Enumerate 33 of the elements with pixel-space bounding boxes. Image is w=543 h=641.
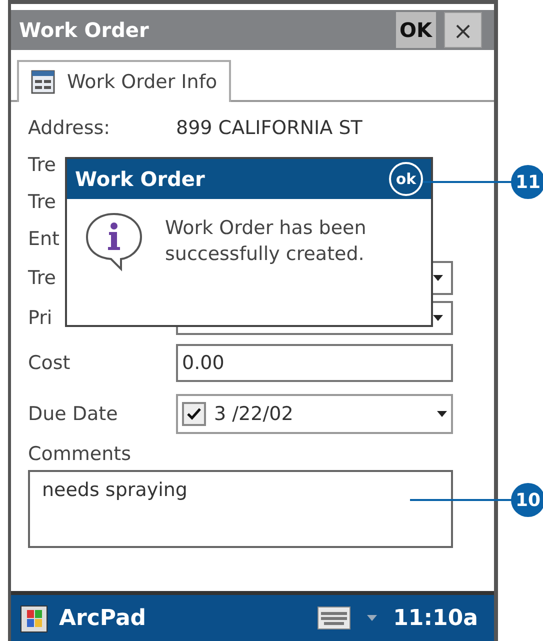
dialog-message: Work Order has been successfully created. bbox=[165, 216, 368, 267]
field-label: Ent bbox=[28, 228, 60, 250]
tab[interactable]: Work Order Info bbox=[17, 60, 232, 102]
caret-icon[interactable] bbox=[367, 615, 378, 621]
comments-field[interactable]: needs spraying bbox=[28, 470, 453, 548]
field-label: Tre bbox=[28, 266, 56, 289]
info-icon bbox=[83, 211, 145, 273]
field-label: Tre bbox=[28, 191, 56, 214]
ok-button[interactable]: ok bbox=[389, 162, 423, 196]
field-label: Tre bbox=[28, 154, 56, 176]
dropdown-arrow-icon bbox=[433, 315, 443, 321]
close-button[interactable]: × bbox=[444, 12, 482, 48]
field-label: Due Date bbox=[28, 402, 118, 425]
dropdown-arrow-icon bbox=[437, 411, 447, 417]
checkbox[interactable] bbox=[182, 402, 206, 426]
keyboard-icon[interactable] bbox=[317, 606, 352, 630]
field-label: Cost bbox=[28, 352, 70, 374]
field-value: 899 CALIFORNIA ST bbox=[176, 116, 362, 142]
field-label: Comments bbox=[28, 442, 132, 467]
app-name[interactable]: ArcPad bbox=[59, 602, 310, 634]
field-label: Address: bbox=[28, 117, 110, 140]
window-title: Work Order bbox=[19, 17, 150, 44]
date-picker[interactable]: 3 /22/02 bbox=[176, 394, 453, 434]
clock: 11:10a bbox=[393, 604, 478, 632]
field-label: Pri bbox=[28, 306, 52, 329]
dropdown-arrow-icon bbox=[433, 275, 443, 281]
dialog-title: Work Order bbox=[75, 166, 206, 193]
ok-button[interactable]: OK bbox=[396, 12, 436, 48]
form-icon bbox=[31, 70, 55, 94]
checkmark-icon bbox=[186, 407, 202, 421]
callout-number: 11 bbox=[511, 165, 543, 199]
callout-number: 10 bbox=[511, 483, 543, 517]
input-field[interactable]: 0.00 bbox=[176, 344, 453, 382]
